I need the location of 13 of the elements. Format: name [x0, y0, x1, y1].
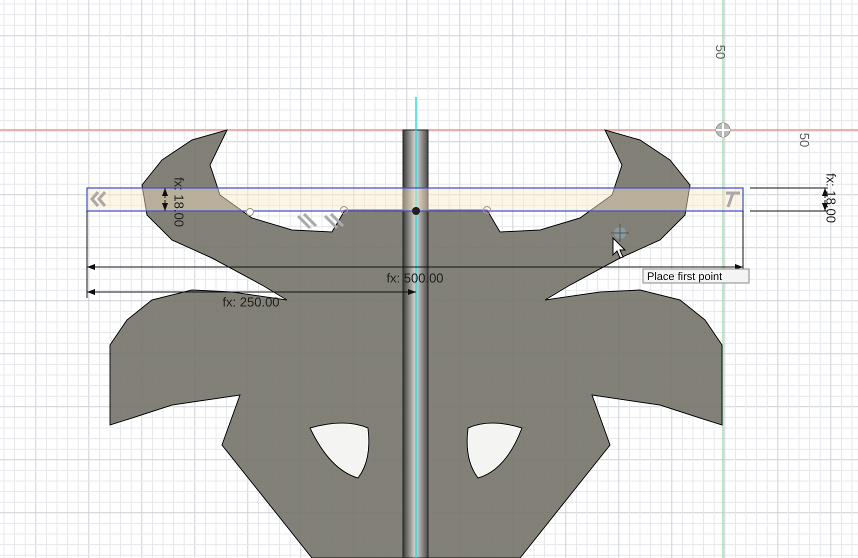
origin-icon[interactable]	[716, 122, 730, 138]
axis-label: 50	[713, 44, 728, 60]
dimension-value[interactable]: fx: 18.00	[824, 173, 839, 223]
dimension-value[interactable]: fx: 18.00	[172, 177, 187, 227]
tooltip: Place first point	[642, 268, 750, 284]
sketch-point[interactable]	[483, 206, 491, 214]
sketch-point[interactable]	[412, 207, 420, 215]
dimension-value[interactable]: fx: 250.00	[222, 294, 280, 310]
parallel-constraint-icon[interactable]	[324, 212, 344, 230]
sketch-point[interactable]	[340, 206, 348, 214]
axis-label: 50	[797, 132, 812, 148]
sketch-point[interactable]	[246, 208, 254, 216]
mouse-cursor-icon	[612, 236, 626, 259]
